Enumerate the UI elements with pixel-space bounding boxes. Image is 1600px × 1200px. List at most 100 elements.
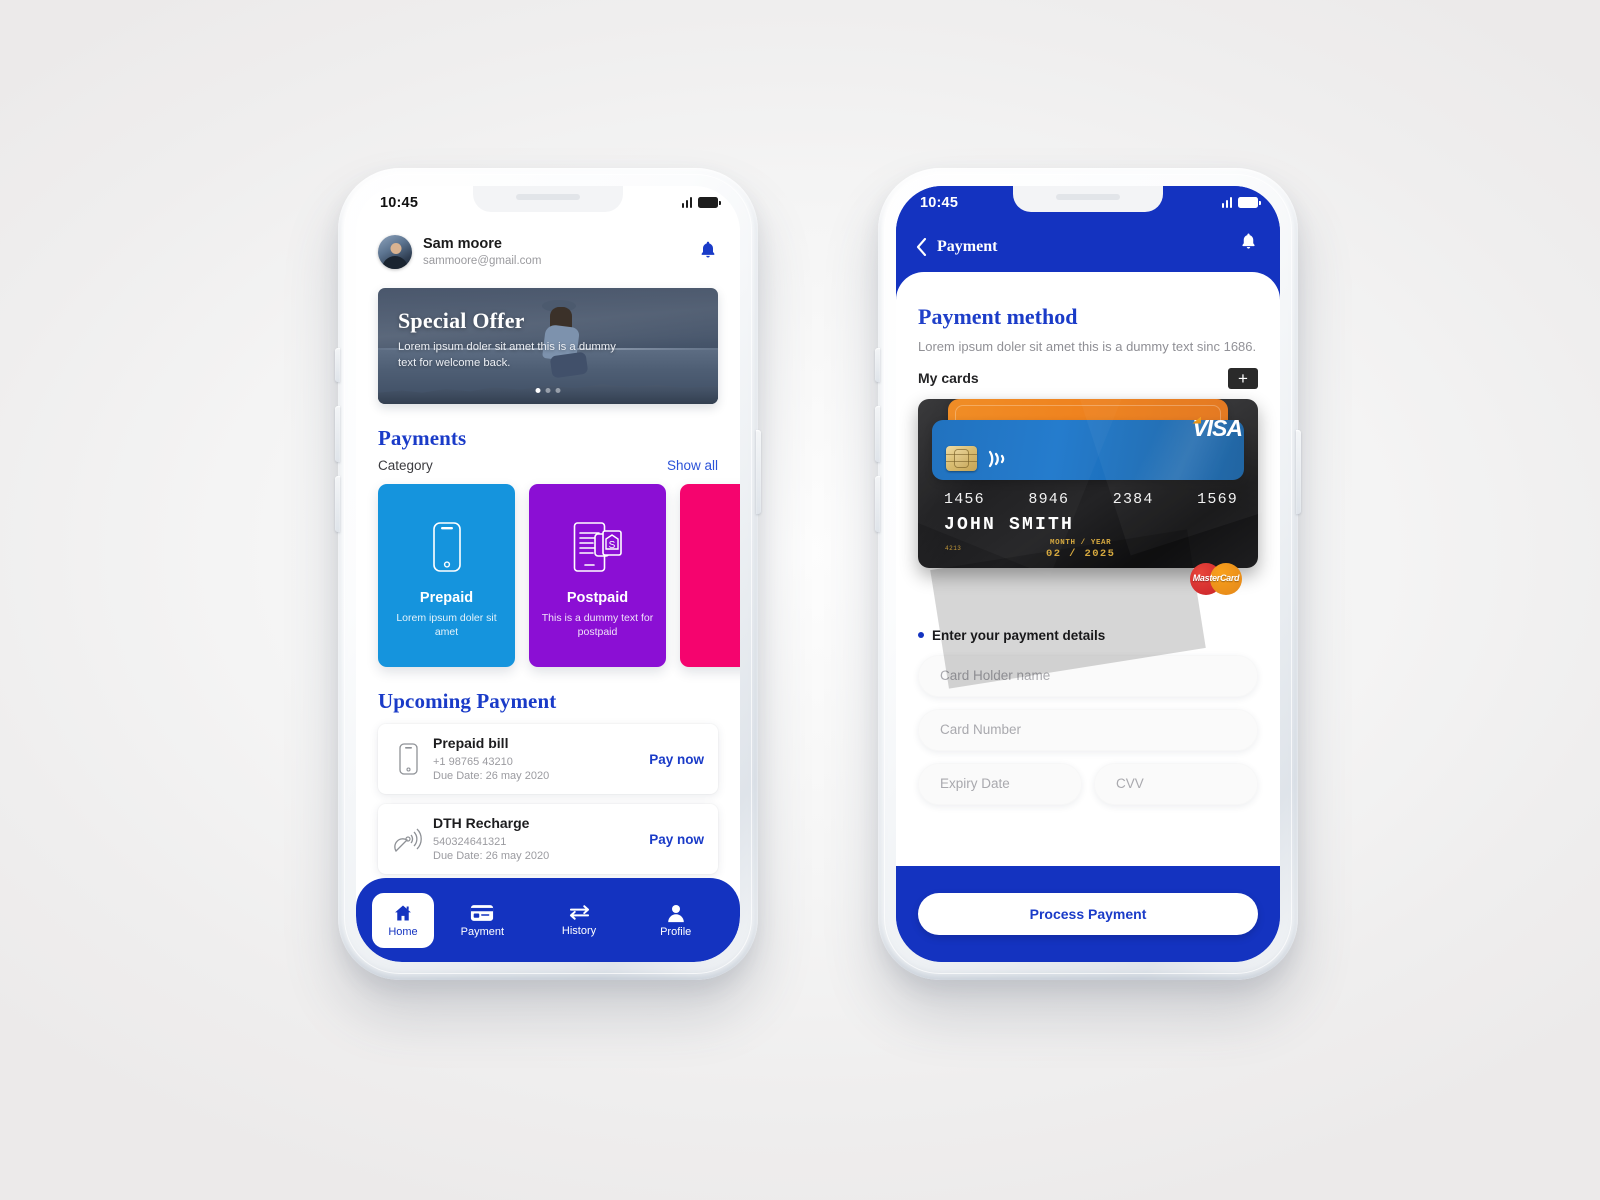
earpiece-speaker <box>516 194 580 200</box>
satellite-dish-icon <box>392 824 424 854</box>
banner-title: Special Offer <box>398 308 525 333</box>
tab-history[interactable]: History <box>531 896 628 944</box>
upcoming-payment-row[interactable]: DTH Recharge 540324641321 Due Date: 26 m… <box>378 804 718 875</box>
mobile-phone-icon <box>392 743 424 775</box>
category-name: Prepaid <box>419 590 474 606</box>
card-front-visa[interactable]: VISA 1456 8946 2384 1569 JOHN SMITH 4213… <box>918 322 1280 689</box>
tab-home[interactable]: Home <box>372 892 434 948</box>
card-number-group: 1569 <box>1197 490 1238 508</box>
volume-up-button[interactable] <box>875 406 880 462</box>
bill-name: Prepaid bill <box>433 735 509 751</box>
category-card-postpaid[interactable]: S Postpaid This is a dummy text for post… <box>529 484 666 667</box>
tab-label: Home <box>388 925 418 938</box>
bell-icon <box>1242 233 1255 249</box>
avatar[interactable] <box>378 235 412 269</box>
card-number-placeholder: Card Number <box>940 722 1022 737</box>
volume-down-button[interactable] <box>875 476 880 532</box>
signal-bars-icon <box>1221 197 1232 208</box>
signal-bars-icon <box>681 197 692 208</box>
mute-switch[interactable] <box>875 348 880 382</box>
payments-section-title: Payments <box>378 426 467 450</box>
upcoming-section-title: Upcoming Payment <box>378 689 557 713</box>
category-row: Category Show all <box>378 458 718 473</box>
profile-text: Sam moore sammoore@gmail.com <box>423 236 541 268</box>
card-number-input[interactable]: Card Number <box>918 708 1258 751</box>
bill-number: +1 98765 43210 <box>433 755 513 768</box>
cvv-placeholder: CVV <box>1116 776 1144 791</box>
card-number-group: 2384 <box>1112 490 1154 508</box>
notification-bell-button[interactable] <box>1239 231 1258 256</box>
notch <box>473 186 623 212</box>
special-offer-banner[interactable]: Special Offer Lorem ipsum doler sit amet… <box>378 288 718 404</box>
banner-subtitle: Lorem ipsum doler sit amet this is a dum… <box>398 341 616 370</box>
visa-logo: VISA <box>1192 414 1243 441</box>
card-micro-text: 4213 <box>945 544 962 552</box>
contactless-icon <box>986 447 1012 471</box>
payment-body: Payment method Lorem ipsum doler sit ame… <box>896 272 1280 866</box>
phone-mockup-payment: 10:45 Payment Payment method Lorem ipsum… <box>875 168 1301 980</box>
card-number-group: 8946 <box>1028 490 1070 508</box>
status-time: 10:45 <box>380 194 419 211</box>
emv-chip-icon <box>946 445 977 471</box>
status-time: 10:45 <box>920 194 959 211</box>
bill-due-date: Due Date: 26 may 2020 <box>433 850 550 863</box>
category-label: Category <box>378 458 433 473</box>
card-expiry-display: MONTH / YEAR 02 / 2025 <box>1046 539 1115 562</box>
category-desc: Lorem ipsum doler sit amet <box>396 612 497 639</box>
exchange-arrows-icon <box>569 905 589 920</box>
bill-number: 540324641321 <box>433 835 507 848</box>
chevron-left-icon[interactable] <box>916 238 927 256</box>
pay-now-button[interactable]: Pay now <box>649 752 704 767</box>
card-expiry-label: MONTH / YEAR <box>1050 538 1112 547</box>
screenshot-canvas: 10:45 Sam moore sammoore@gmail.com Speci… <box>0 0 1600 1200</box>
tab-payment[interactable]: Payment <box>434 896 531 945</box>
notification-bell-button[interactable] <box>698 239 718 265</box>
category-card-prepaid[interactable]: Prepaid Lorem ipsum doler sit amet <box>378 484 515 667</box>
card-expiry-value: 02 / 2025 <box>1046 548 1116 561</box>
header-title: Payment <box>937 238 998 255</box>
home-icon <box>395 905 411 920</box>
bottom-tab-bar: Home Payment History Profile <box>356 878 740 962</box>
bill-info: Prepaid bill +1 98765 43210 Due Date: 26… <box>433 735 549 783</box>
credit-card-icon <box>471 904 494 921</box>
banner-text: Special Offer Lorem ipsum doler sit amet… <box>398 308 628 371</box>
carousel-dot[interactable] <box>545 388 551 393</box>
power-button[interactable] <box>756 430 761 514</box>
profile-name: Sam moore <box>423 236 502 253</box>
battery-icon <box>1238 197 1261 208</box>
pay-now-button[interactable]: Pay now <box>649 832 704 847</box>
tab-label: History <box>561 925 597 937</box>
battery-icon <box>698 197 721 208</box>
carousel-dot[interactable] <box>555 388 561 393</box>
payment-footer: Process Payment <box>896 866 1280 962</box>
expiry-date-input[interactable]: Expiry Date <box>918 762 1082 805</box>
notch <box>1013 186 1163 212</box>
status-icons <box>1221 197 1261 208</box>
tab-profile[interactable]: Profile <box>627 896 724 945</box>
status-icons <box>681 197 721 208</box>
power-button[interactable] <box>1296 430 1301 514</box>
cvv-input[interactable]: CVV <box>1094 762 1258 805</box>
card-stack[interactable]: VISA 1456 8946 2384 1569 JOHN SMITH 4213… <box>918 322 1280 689</box>
card-number-group: 1456 <box>944 490 985 508</box>
bill-document-icon: S <box>573 516 623 578</box>
bill-name: DTH Recharge <box>433 815 530 832</box>
mute-switch[interactable] <box>335 348 340 382</box>
volume-up-button[interactable] <box>335 406 340 462</box>
bell-icon <box>701 241 715 258</box>
upcoming-payment-row[interactable]: Prepaid bill +1 98765 43210 Due Date: 26… <box>378 724 718 795</box>
tab-label: Profile <box>660 925 692 938</box>
show-all-link[interactable]: Show all <box>667 458 718 473</box>
back-row[interactable]: Payment <box>916 238 997 256</box>
carousel-dots[interactable] <box>535 388 561 393</box>
phone-mockup-home: 10:45 Sam moore sammoore@gmail.com Speci… <box>335 168 761 980</box>
category-card-third[interactable] <box>680 484 740 667</box>
bill-due-date: Due Date: 26 may 2020 <box>433 769 550 782</box>
volume-down-button[interactable] <box>335 476 340 532</box>
carousel-dot[interactable] <box>535 388 541 393</box>
card-number-display: 1456 8946 2384 1569 <box>944 491 1238 508</box>
category-cards-strip[interactable]: Prepaid Lorem ipsum doler sit amet S Pos… <box>378 484 740 667</box>
profile-header: Sam moore sammoore@gmail.com <box>378 230 718 274</box>
expiry-date-placeholder: Expiry Date <box>940 776 1010 791</box>
process-payment-button[interactable]: Process Payment <box>918 893 1258 935</box>
